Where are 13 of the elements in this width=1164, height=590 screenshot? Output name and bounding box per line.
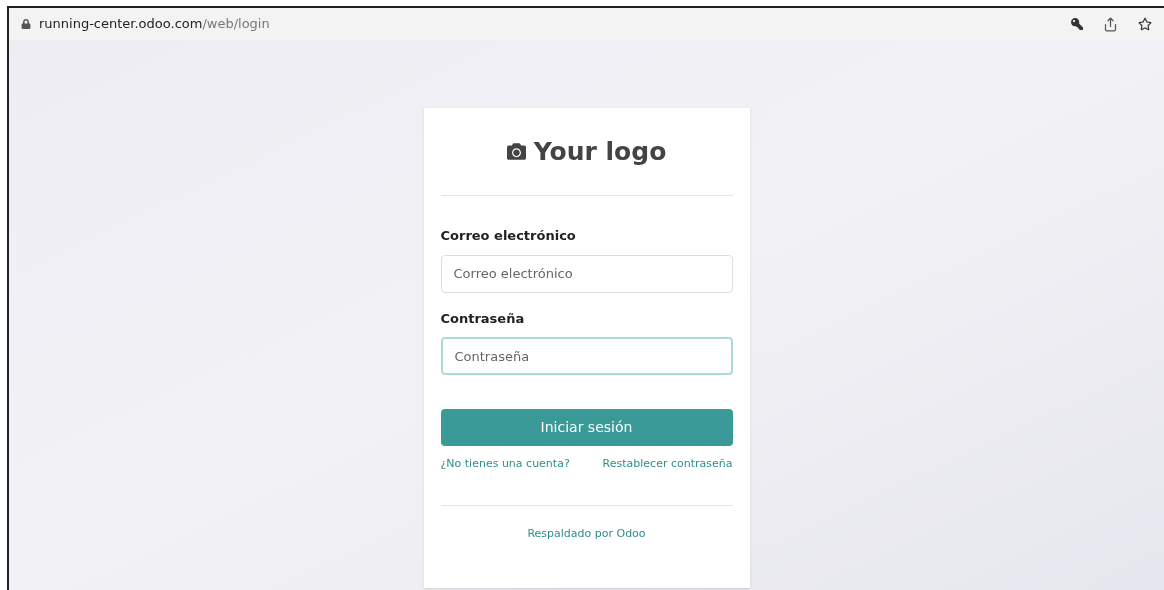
key-icon[interactable] [1071, 18, 1083, 30]
footer-link[interactable]: Respaldado por Odoo [527, 525, 646, 542]
share-icon[interactable] [1103, 16, 1118, 32]
text-link[interactable]: Restablecer contraseña [602, 456, 733, 473]
input-field[interactable]: Correo electrónico [440, 254, 733, 293]
field-label: Correo electrónico [440, 227, 577, 245]
lock-icon [21, 19, 31, 29]
login-button[interactable]: Iniciar sesión [440, 409, 733, 446]
text-link[interactable]: ¿No tienes una cuenta? [440, 456, 570, 473]
logo-text: Your logo [533, 135, 667, 168]
field-label: Contraseña [440, 309, 526, 328]
input-field[interactable]: Contraseña [440, 337, 733, 375]
star-icon[interactable] [1138, 17, 1152, 31]
